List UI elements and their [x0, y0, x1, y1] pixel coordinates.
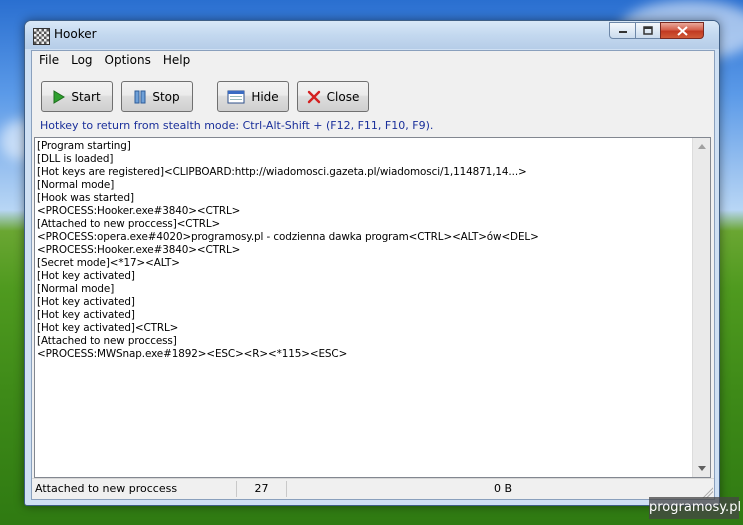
- status-message: Attached to new proccess: [34, 481, 237, 497]
- log-line: [Hot key activated]: [37, 270, 135, 282]
- app-icon: [33, 28, 50, 45]
- window-title: Hooker: [54, 27, 97, 41]
- start-button-label: Start: [71, 89, 101, 104]
- window-icon: [227, 90, 245, 103]
- stop-button[interactable]: Stop: [121, 81, 193, 112]
- hotkey-hint: Hotkey to return from stealth mode: Ctrl…: [40, 119, 434, 132]
- log-line: [Hot key activated]: [37, 309, 135, 321]
- arrow-down-icon: [697, 466, 706, 471]
- log-line: [Normal mode]: [37, 179, 115, 191]
- log-line: <PROCESS:MWSnap.exe#1892><ESC><R><*115><…: [37, 348, 348, 360]
- vertical-scrollbar[interactable]: [692, 138, 710, 477]
- log-line: [Attached to new proccess]<CTRL>: [37, 218, 221, 230]
- log-line: <PROCESS:Hooker.exe#3840><CTRL>: [37, 205, 241, 217]
- app-window: Hooker File Log Options Help Start Stop …: [24, 20, 720, 506]
- minimize-button[interactable]: [609, 22, 636, 39]
- scroll-up-button[interactable]: [693, 138, 710, 155]
- log-line: [Program starting]: [37, 140, 131, 152]
- log-line: <PROCESS:opera.exe#4020>programosy.pl - …: [37, 231, 539, 243]
- play-icon: [53, 89, 66, 104]
- log-line: <PROCESS:Hooker.exe#3840><CTRL>: [37, 244, 241, 256]
- status-size: 0 B: [494, 482, 513, 495]
- log-line: [Hot key activated]<CTRL>: [37, 322, 179, 334]
- status-bar: Attached to new proccess 27 0 B: [32, 478, 714, 499]
- log-line: [Normal mode]: [37, 283, 115, 295]
- close-button-label: Close: [326, 89, 360, 104]
- log-lines: [Program starting] [DLL is loaded] [Hot …: [37, 140, 692, 361]
- close-icon: [676, 25, 688, 36]
- menu-help[interactable]: Help: [157, 51, 196, 70]
- menu-bar: File Log Options Help: [32, 51, 714, 70]
- hide-button[interactable]: Hide: [217, 81, 289, 112]
- menu-options[interactable]: Options: [99, 51, 157, 70]
- hide-button-label: Hide: [251, 89, 279, 104]
- menu-log[interactable]: Log: [65, 51, 98, 70]
- log-textarea[interactable]: [Program starting] [DLL is loaded] [Hot …: [34, 137, 711, 478]
- red-x-icon: [307, 90, 320, 103]
- pause-icon: [134, 90, 146, 103]
- scroll-down-button[interactable]: [693, 460, 710, 477]
- log-line: [Hot key activated]: [37, 296, 135, 308]
- log-line: [Secret mode]<*17><ALT>: [37, 257, 180, 269]
- menu-file[interactable]: File: [32, 51, 65, 70]
- start-button[interactable]: Start: [41, 81, 113, 112]
- client-area: File Log Options Help Start Stop Hide Cl…: [31, 50, 715, 500]
- log-line: [Hook was started]: [37, 192, 134, 204]
- watermark: programosy.pl: [649, 497, 741, 519]
- status-count: 27: [237, 481, 287, 497]
- log-line: [DLL is loaded]: [37, 153, 114, 165]
- close-button[interactable]: Close: [297, 81, 369, 112]
- title-bar[interactable]: Hooker: [25, 21, 719, 49]
- maximize-button[interactable]: [635, 22, 661, 39]
- log-line: [Hot keys are registered]<CLIPBOARD:http…: [37, 166, 527, 178]
- minimize-icon: [618, 30, 627, 33]
- window-close-button[interactable]: [660, 22, 704, 39]
- maximize-icon: [643, 26, 653, 35]
- stop-button-label: Stop: [152, 89, 180, 104]
- arrow-up-icon: [697, 144, 706, 149]
- log-line: [Attached to new proccess]: [37, 335, 177, 347]
